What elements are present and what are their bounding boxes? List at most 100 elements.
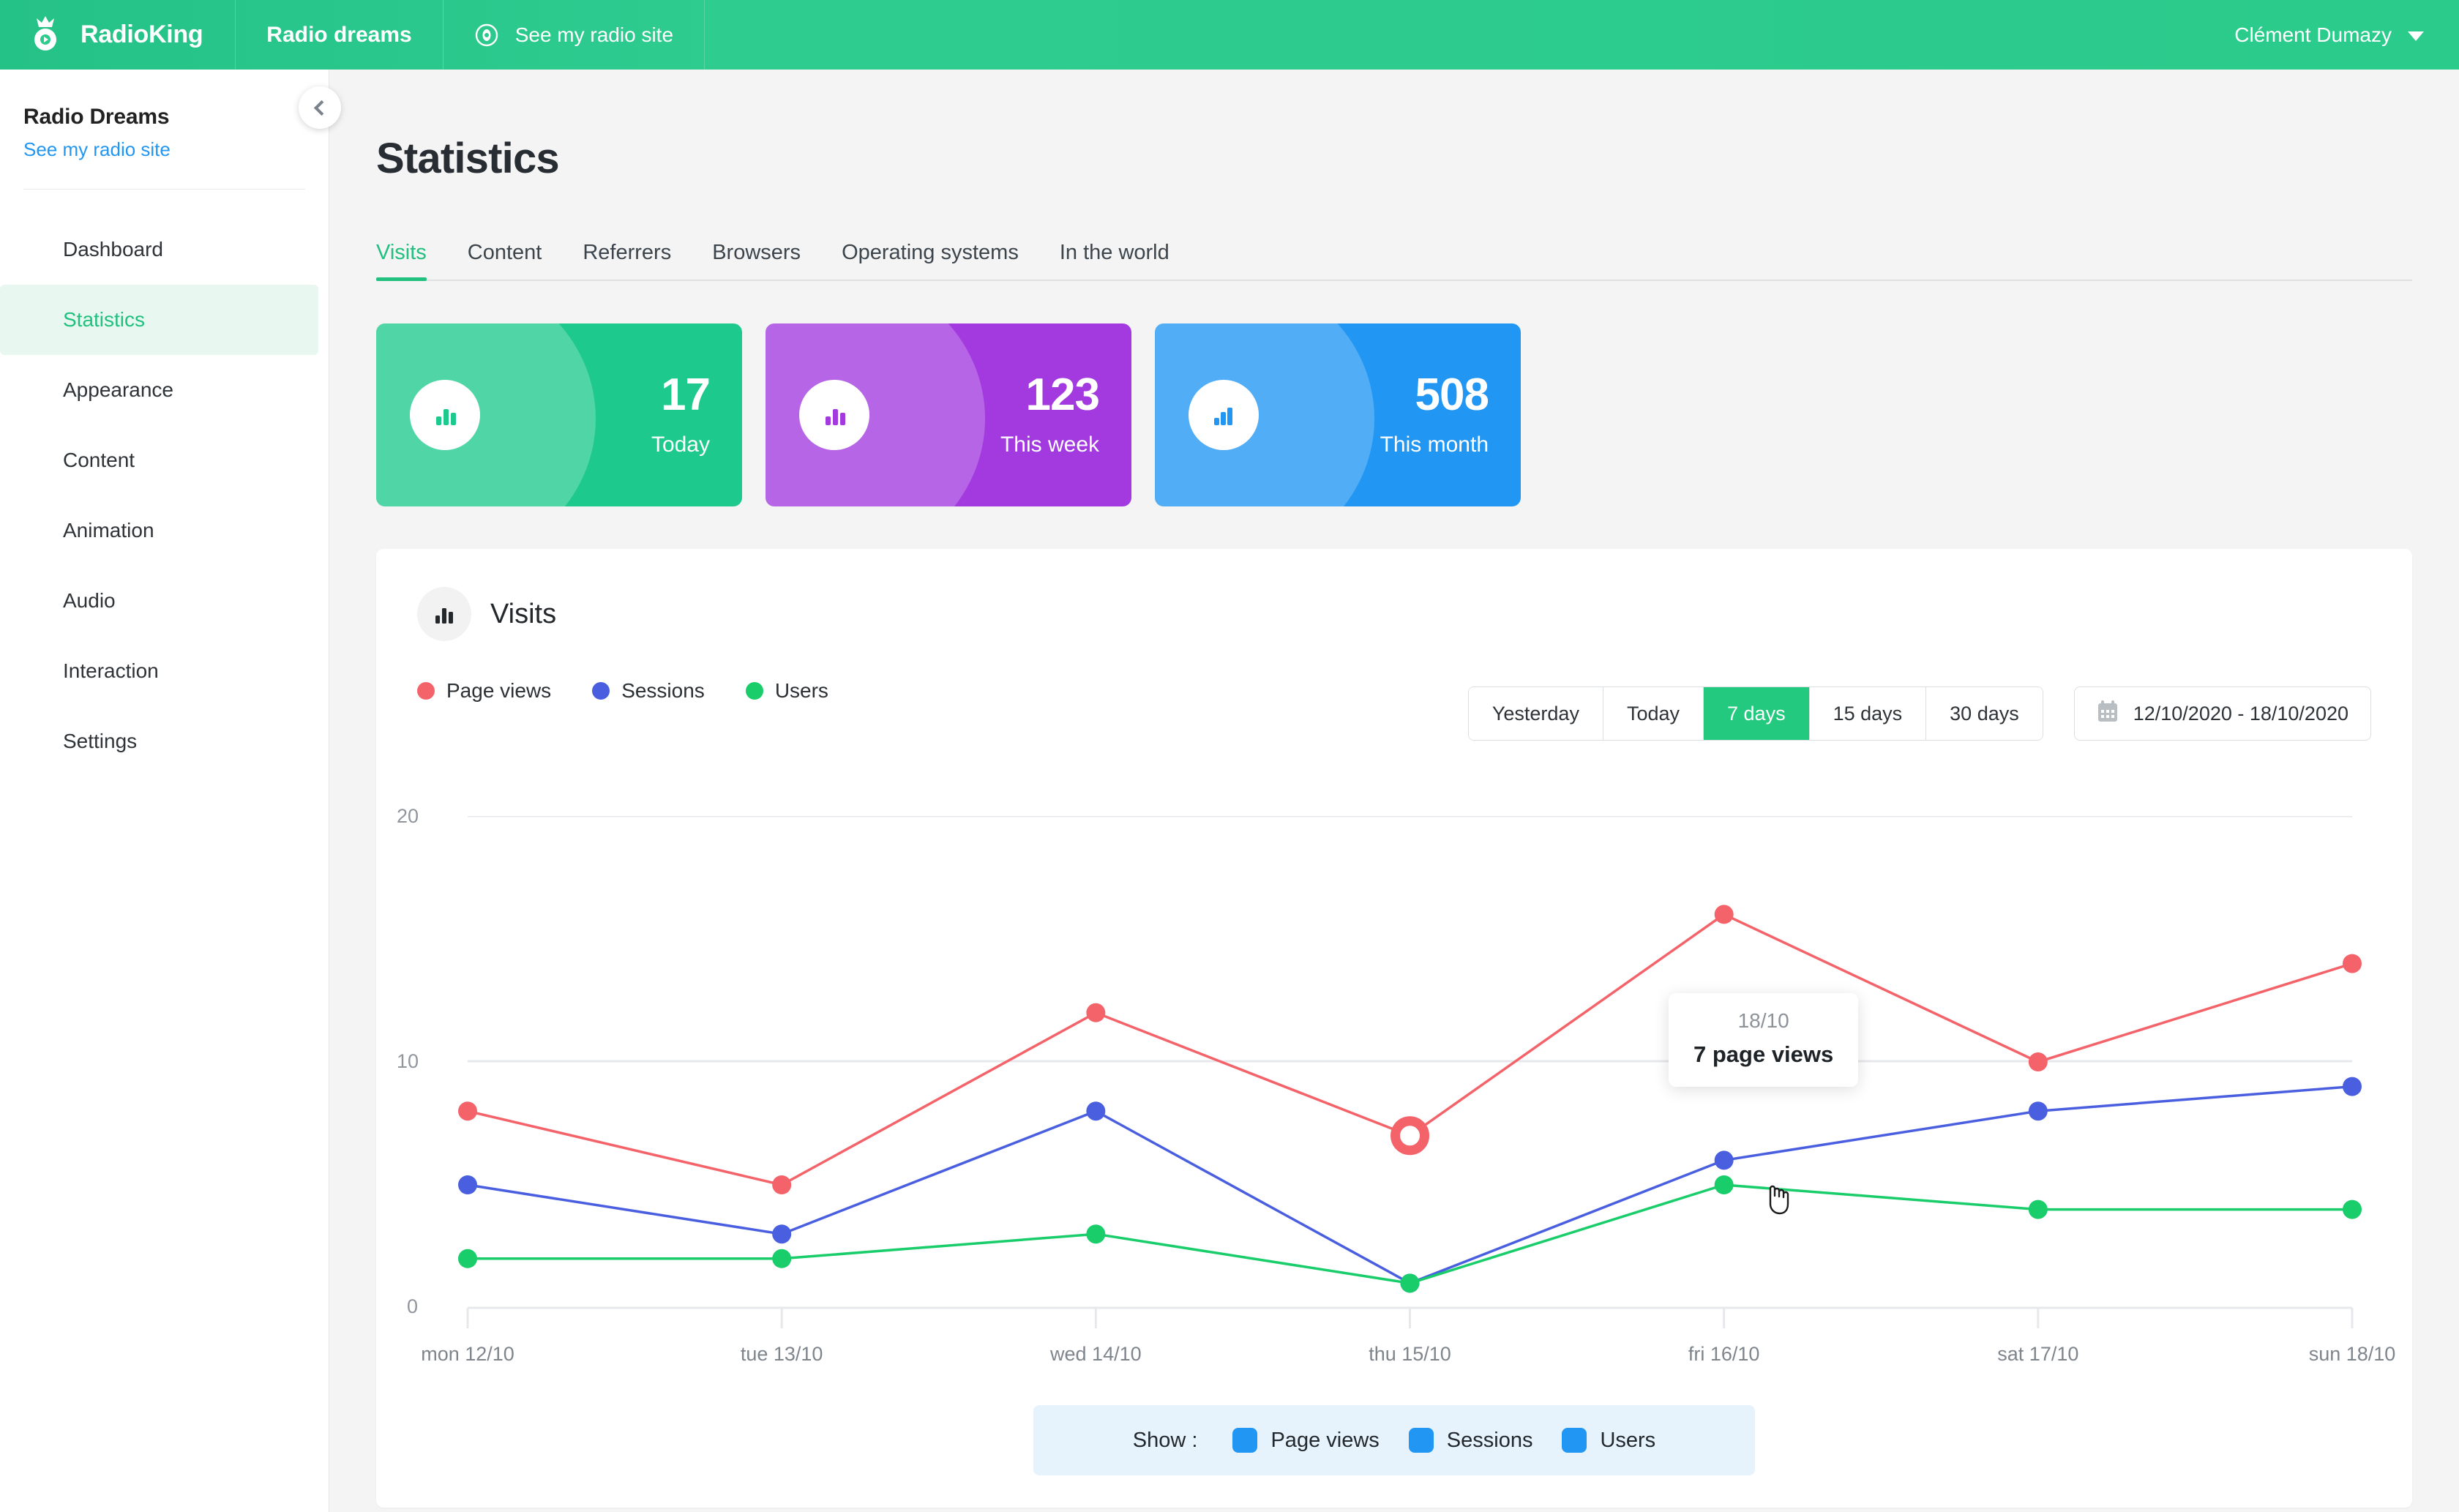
data-point-page-views-6 (2343, 954, 2362, 973)
statistics-tabs: Visits Content Referrers Browsers Operat… (376, 228, 2412, 281)
card-decoration (376, 323, 596, 506)
data-point-sessions-1 (772, 1224, 792, 1244)
range-button-label: Today (1626, 702, 1680, 725)
user-name-label: Clément Dumazy (2234, 23, 2392, 46)
sidebar-item-audio[interactable]: Audio (0, 566, 329, 636)
x-axis-tick-label: wed 14/10 (1050, 1343, 1142, 1365)
legend-color-dot (745, 682, 763, 700)
range-button-label: 15 days (1833, 702, 1903, 725)
tab-content[interactable]: Content (447, 241, 563, 280)
stat-card-text: 508 This month (1380, 373, 1489, 457)
sidebar-item-label: Animation (63, 519, 154, 542)
sidebar-item-statistics[interactable]: Statistics (0, 285, 318, 355)
sidebar-item-label: Content (63, 449, 135, 471)
top-navigation-bar: RadioKing Radio dreams See my radio site… (0, 0, 2459, 70)
legend-item-page-views[interactable]: Page views (417, 679, 551, 703)
radio-name-label: Radio dreams (266, 22, 412, 47)
tab-browsers[interactable]: Browsers (692, 241, 821, 280)
data-point-sessions-5 (2028, 1101, 2048, 1121)
tooltip-date: 18/10 (1737, 1009, 1789, 1032)
see-my-radio-site-label: See my radio site (514, 23, 674, 46)
panel-title: Visits (490, 598, 557, 629)
data-point-page-views-1 (772, 1175, 792, 1194)
tab-label: In the world (1059, 241, 1169, 264)
stat-card-this-month[interactable]: 508 This month (1155, 323, 1521, 506)
chart-tooltip: 18/10 7 page views (1669, 993, 1859, 1087)
stat-card-label: This month (1380, 433, 1489, 457)
data-point-sessions-4 (1714, 1150, 1734, 1170)
x-axis-tick-label: tue 13/10 (740, 1343, 823, 1365)
brand-logo-link[interactable]: RadioKing (0, 0, 236, 70)
toggle-label: Users (1600, 1428, 1656, 1452)
data-point-page-views-4 (1714, 905, 1734, 924)
chevron-left-icon (313, 100, 330, 116)
range-button-15-days[interactable]: 15 days (1809, 687, 1927, 740)
range-button-yesterday[interactable]: Yesterday (1468, 687, 1603, 740)
data-point-users-5 (2028, 1200, 2048, 1219)
sidebar-item-label: Appearance (63, 378, 174, 401)
stat-card-this-week[interactable]: 123 This week (766, 323, 1131, 506)
x-axis-tick-label: thu 15/10 (1369, 1343, 1451, 1365)
brand-name: RadioKing (81, 20, 203, 48)
data-point-sessions-6 (2343, 1077, 2362, 1096)
stat-card-value: 123 (1025, 370, 1100, 420)
range-button-label: Yesterday (1492, 702, 1579, 725)
radio-name-button[interactable]: Radio dreams (236, 0, 443, 70)
legend-color-dot (417, 682, 435, 700)
sidebar-item-settings[interactable]: Settings (0, 706, 329, 776)
sidebar-see-site-link[interactable]: See my radio site (0, 130, 329, 161)
legend-item-sessions[interactable]: Sessions (592, 679, 705, 703)
tab-in-the-world[interactable]: In the world (1039, 241, 1190, 280)
toggle-users[interactable]: Users (1562, 1428, 1655, 1453)
sidebar-item-content[interactable]: Content (0, 425, 329, 495)
page-title: Statistics (376, 135, 560, 182)
range-button-today[interactable]: Today (1603, 687, 1704, 740)
see-my-radio-site-button[interactable]: See my radio site (443, 0, 705, 70)
checkbox-icon[interactable] (1562, 1428, 1587, 1453)
main-content: Statistics Visits Content Referrers Brow… (329, 70, 2459, 1512)
toggle-page-views[interactable]: Page views (1232, 1428, 1380, 1453)
sidebar-item-animation[interactable]: Animation (0, 495, 329, 566)
toggle-label: Page views (1270, 1428, 1380, 1452)
sidebar-item-label: Settings (63, 730, 138, 752)
stat-card-value: 17 (661, 370, 711, 420)
tab-label: Operating systems (842, 241, 1019, 264)
stat-card-label: This week (1000, 433, 1099, 457)
legend-item-users[interactable]: Users (745, 679, 828, 703)
range-button-label: 30 days (1950, 702, 2019, 725)
card-decoration (766, 323, 985, 506)
sidebar-item-label: Interaction (63, 659, 159, 682)
sidebar-item-dashboard[interactable]: Dashboard (0, 214, 329, 285)
range-button-group: Yesterday Today 7 days 15 days 30 days (1467, 686, 2043, 741)
sidebar-radio-title: Radio Dreams (23, 105, 170, 129)
sidebar-item-interaction[interactable]: Interaction (0, 636, 329, 706)
chart-series (458, 905, 2362, 1293)
sidebar-item-label: Audio (63, 589, 116, 612)
checkbox-icon[interactable] (1232, 1428, 1258, 1453)
data-point-users-2 (1086, 1224, 1106, 1244)
data-point-sessions-2 (1086, 1101, 1106, 1121)
toggle-sessions[interactable]: Sessions (1408, 1428, 1532, 1453)
range-button-30-days[interactable]: 30 days (1926, 687, 2043, 740)
date-range-value: 12/10/2020 - 18/10/2020 (2133, 702, 2348, 725)
tab-operating-systems[interactable]: Operating systems (821, 241, 1039, 280)
stat-cards: 17 Today 123 This week 508 This month (376, 323, 2412, 506)
sidebar-item-label: Dashboard (63, 238, 163, 261)
data-point-users-0 (458, 1249, 477, 1268)
sidebar-nav: Dashboard Statistics Appearance Content … (0, 190, 329, 776)
mouse-pointer-icon (1765, 1182, 1792, 1216)
tab-visits[interactable]: Visits (376, 241, 447, 281)
tab-referrers[interactable]: Referrers (562, 241, 692, 280)
range-button-7-days[interactable]: 7 days (1704, 687, 1810, 740)
checkbox-icon[interactable] (1408, 1428, 1434, 1453)
sidebar-item-appearance[interactable]: Appearance (0, 355, 329, 425)
sidebar-collapse-button[interactable] (299, 86, 341, 129)
user-menu-button[interactable]: Clément Dumazy (2234, 0, 2459, 70)
date-range-picker[interactable]: 12/10/2020 - 18/10/2020 (2073, 686, 2371, 741)
stat-card-value: 508 (1415, 370, 1489, 420)
stat-card-today[interactable]: 17 Today (376, 323, 742, 506)
range-button-label: 7 days (1727, 702, 1786, 725)
legend-label: Users (774, 679, 828, 702)
x-axis-tick-label: fri 16/10 (1688, 1343, 1760, 1365)
